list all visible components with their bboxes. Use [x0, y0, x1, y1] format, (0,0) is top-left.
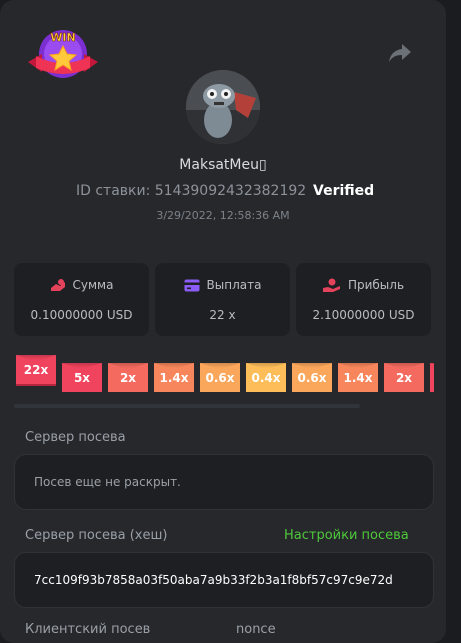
- multiplier-tile: 0.6x: [292, 363, 332, 392]
- multiplier-tile: 0.6x: [200, 363, 240, 392]
- multiplier-tile: 1.4x: [154, 363, 194, 392]
- logo-text: WIN: [50, 31, 75, 44]
- multiplier-tile: 0.4x: [246, 363, 286, 392]
- scrollbar[interactable]: [446, 0, 461, 643]
- server-seed-value: Посев еще не раскрыт.: [34, 475, 181, 489]
- bet-details-panel: WIN MaksatMeu▯ ID ставки: 51439092432382…: [0, 0, 446, 643]
- multiplier-notch: [108, 363, 148, 368]
- server-seed-hash-field[interactable]: 7cc109f93b7858a03f50aba7a9b33f2b3a1f8bf5…: [14, 552, 434, 608]
- stat-amount-value: 0.10000000 USD: [30, 308, 133, 322]
- stat-profit-value: 2.10000000 USD: [312, 308, 415, 322]
- multiplier-notch: [246, 363, 286, 368]
- multiplier-tile: 5x: [62, 363, 102, 392]
- multiplier-notch: [384, 363, 424, 368]
- multiplier-notch: [200, 363, 240, 368]
- multiplier-tile: 1.4x: [338, 363, 378, 392]
- server-seed-hash-value: 7cc109f93b7858a03f50aba7a9b33f2b3a1f8bf5…: [34, 573, 393, 587]
- stat-profit: Прибыль 2.10000000 USD: [296, 263, 431, 336]
- multiplier-notch: [430, 363, 434, 368]
- multiplier-notch: [292, 363, 332, 368]
- verified-badge: Verified: [313, 183, 375, 199]
- multiplier-tile: 2x: [108, 363, 148, 392]
- multiplier-notch: [154, 363, 194, 368]
- win-logo: WIN: [28, 30, 98, 78]
- card-icon: [184, 279, 200, 291]
- stat-amount-label: Сумма: [72, 278, 114, 292]
- multiplier-tile: 5x: [430, 363, 434, 392]
- server-seed-field[interactable]: Посев еще не раскрыт.: [14, 454, 434, 510]
- coins-icon: [50, 279, 65, 291]
- multiplier-notch: [338, 363, 378, 368]
- multiplier-notch: [62, 363, 102, 368]
- scroll-divider[interactable]: [14, 404, 360, 408]
- username: MaksatMeu▯: [179, 157, 267, 173]
- client-seed-label: Клиентский посев: [25, 622, 151, 637]
- multiplier-row: 22x 5x 2x 1.4x 0.6x 0.4x 0.6x 1.4x 2x 5x: [14, 352, 434, 397]
- multiplier-tile: 2x: [384, 363, 424, 392]
- stat-profit-label: Прибыль: [347, 278, 405, 292]
- stat-payout-value: 22 x: [209, 308, 236, 322]
- hand-money-icon: [322, 278, 340, 292]
- server-seed-label: Сервер посева: [25, 430, 126, 445]
- share-icon[interactable]: [388, 42, 412, 64]
- multiplier-notch: [16, 355, 56, 360]
- multiplier-tile: 22x: [16, 355, 56, 384]
- server-seed-hash-label: Сервер посева (хеш): [25, 528, 168, 543]
- stat-amount: Сумма 0.10000000 USD: [14, 263, 149, 336]
- avatar: [186, 70, 260, 144]
- seed-settings-link[interactable]: Настройки посева: [284, 528, 409, 543]
- avatar-image: [186, 70, 260, 144]
- stat-payout-label: Выплата: [206, 278, 262, 292]
- bet-id: ID ставки: 5143909243238219​2: [76, 183, 307, 199]
- bet-date: 3/29/2022, 12:58:36 AM: [156, 209, 290, 222]
- nonce-label: nonce: [236, 622, 276, 637]
- stat-payout: Выплата 22 x: [155, 263, 290, 336]
